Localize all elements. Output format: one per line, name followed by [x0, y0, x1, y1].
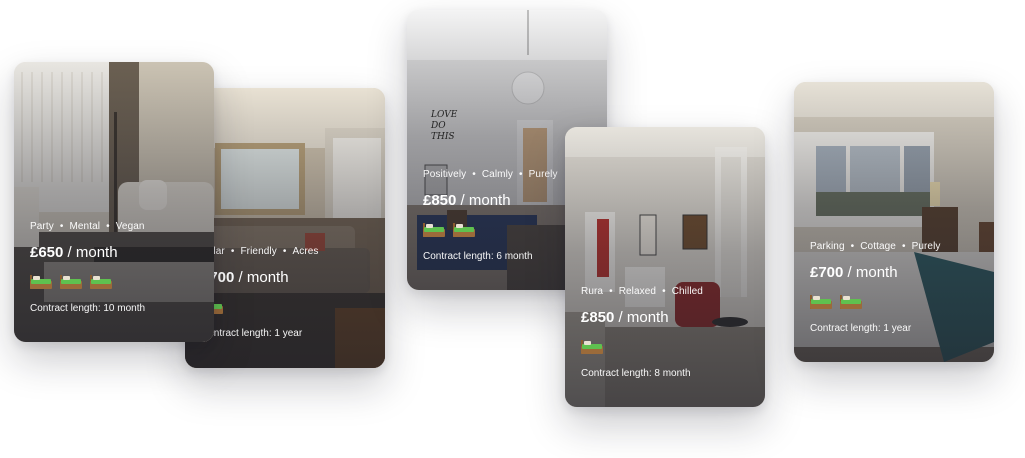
bed-icon: [90, 275, 112, 289]
tag: Positively: [423, 169, 467, 180]
tag-separator: •: [901, 241, 906, 252]
tag: Parking: [810, 241, 845, 252]
price-amount: £850: [423, 192, 457, 209]
tag-separator: •: [662, 286, 666, 297]
listing-info: Rura • Relaxed • Chilled £850 / month Contra…: [581, 286, 757, 379]
tag-separator: •: [519, 169, 523, 180]
contract-length: Contract length: 8 month: [581, 368, 691, 379]
tag-separator: •: [609, 286, 613, 297]
tag: Purely: [911, 241, 941, 252]
bed-icon: [30, 275, 52, 289]
tag-separator: •: [850, 241, 855, 252]
tag: Calmly: [481, 169, 514, 180]
contract-length: Contract length: 10 month: [30, 303, 146, 314]
tag: Friendly: [240, 246, 277, 257]
contract-length: Contract length: 1 year: [201, 328, 303, 339]
bed-count: [201, 300, 377, 316]
price-amount: £650: [30, 244, 64, 261]
tag-separator: •: [230, 246, 235, 257]
listing-card-4[interactable]: Rura • Relaxed • Chilled £850 / month Contra…: [565, 127, 765, 407]
bed-icon: [423, 223, 445, 237]
bed-count: [810, 295, 986, 311]
bed-icon: [810, 295, 832, 309]
listing-tags: Parking • Cottage • Purely: [810, 241, 986, 252]
listing-tags: Rura • Relaxed • Chilled: [581, 286, 757, 297]
tag: Vegan: [115, 221, 145, 232]
tag: Purely: [528, 169, 558, 180]
price-period: / month: [456, 192, 511, 209]
listing-card-2[interactable]: Polar•Friendly•Acres £700 / month Contra…: [185, 88, 385, 368]
listing-tags: Party • Mental • Vegan: [30, 221, 206, 232]
tag-separator: •: [59, 221, 64, 232]
bed-icon: [453, 223, 475, 237]
bed-count: [581, 340, 757, 356]
price-period: / month: [843, 264, 898, 281]
listing-card-1[interactable]: Party • Mental • Vegan £650 / month Contract…: [14, 62, 214, 342]
tag: Rura: [581, 286, 604, 297]
contract-length: Contract length: 1 year: [810, 323, 912, 334]
listing-info: Polar•Friendly•Acres £700 / month Contra…: [201, 246, 377, 339]
bed-icon: [840, 295, 862, 309]
listing-price: £700 / month: [201, 269, 377, 286]
price-period: / month: [234, 269, 289, 286]
price-amount: £850: [581, 309, 615, 326]
tag-separator: •: [282, 246, 287, 257]
tag: Mental: [69, 221, 101, 232]
tag: Cottage: [860, 241, 896, 252]
tag-separator: •: [106, 221, 110, 232]
tag: Chilled: [671, 286, 703, 297]
listing-price: £850 / month: [581, 309, 757, 326]
tag-separator: •: [472, 169, 476, 180]
price-period: / month: [614, 309, 669, 326]
listing-info: Parking • Cottage • Purely £700 / month Cont…: [810, 241, 986, 334]
listing-price: £650 / month: [30, 244, 206, 261]
bed-count: [30, 275, 206, 291]
listing-tags: Polar•Friendly•Acres: [201, 246, 377, 257]
listing-card-5[interactable]: Parking • Cottage • Purely £700 / month Cont…: [794, 82, 994, 362]
bed-icon: [60, 275, 82, 289]
bed-icon: [581, 340, 603, 354]
tag: Relaxed: [618, 286, 657, 297]
wall-art-text: LOVE DO THIS: [431, 110, 458, 142]
tag: Acres: [292, 246, 319, 257]
tag: Party: [30, 221, 54, 232]
listing-price: £700 / month: [810, 264, 986, 281]
price-amount: £700: [810, 264, 844, 281]
price-period: / month: [63, 244, 118, 261]
listing-info: Party • Mental • Vegan £650 / month Contract…: [30, 221, 206, 314]
